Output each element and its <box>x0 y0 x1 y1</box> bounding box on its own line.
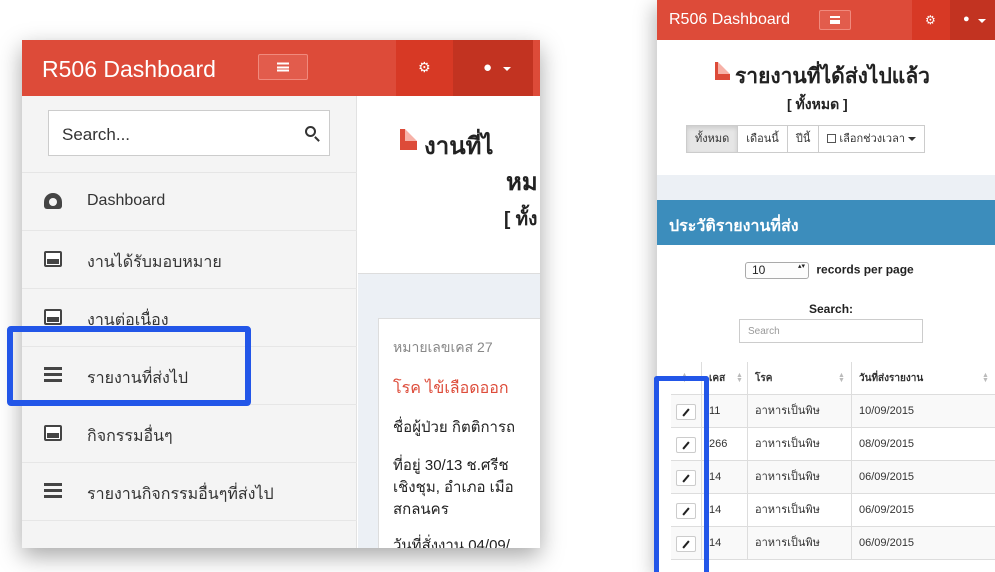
caret-down-icon <box>978 19 986 23</box>
sidebar-item-activities[interactable]: กิจกรรมอื่นๆ <box>22 405 357 463</box>
page-title-line2: หม <box>506 169 538 196</box>
disease-cell: อาหารเป็นพิษ <box>747 494 851 527</box>
sort-icon: ▲ ▼ <box>982 372 989 384</box>
page-subtitle: [ ทั้งหมด ] <box>787 96 848 112</box>
inbox-icon <box>44 309 62 325</box>
filter-all-button[interactable]: ทั้งหมด <box>686 125 739 153</box>
address-line: ที่อยู่ 30/13 ช.ศรีช <box>393 457 509 474</box>
records-per-page: 10 records per page <box>745 262 914 279</box>
filter-year-button[interactable]: ปีนี้ <box>786 125 820 153</box>
sidebar-item-label: กิจกรรมอื่นๆ <box>87 428 173 445</box>
date-cell: 06/09/2015 <box>851 527 995 560</box>
content-divider <box>657 175 995 200</box>
table-row: 14 อาหารเป็นพิษ 06/09/2015 <box>671 461 995 494</box>
search-icon[interactable] <box>305 126 316 137</box>
caret-down-icon <box>908 137 917 142</box>
inbox-icon <box>44 425 62 441</box>
records-per-page-label: records per page <box>816 262 914 277</box>
caret-down-icon <box>503 67 511 71</box>
file-icon <box>715 62 730 80</box>
search-input[interactable]: Search... <box>48 110 330 156</box>
sidebar: Search... Dashboard งานได้รับมอบหมาย งาน… <box>22 96 357 548</box>
brand-title[interactable]: R506 Dashboard <box>42 56 216 83</box>
top-navbar: R506 Dashboard ⚙ ● <box>22 40 540 96</box>
disease-text: โรค ไข้เลือดออก <box>393 380 509 397</box>
content-header: งานที่ไ หม [ ทั้ง <box>358 96 540 274</box>
disease-cell: อาหารเป็นพิษ <box>747 461 851 494</box>
user-icon: ● <box>963 13 970 25</box>
sidebar-item-dashboard[interactable]: Dashboard <box>22 173 357 231</box>
top-navbar: R506 Dashboard ⚙ ● <box>657 0 995 40</box>
case-number: 27 <box>477 339 493 355</box>
sidebar-toggle-button[interactable] <box>819 10 851 30</box>
disease-cell: อาหารเป็นพิษ <box>747 395 851 428</box>
inbox-icon <box>44 251 62 267</box>
search-placeholder: Search... <box>62 125 131 144</box>
assigned-date-text: วันที่สั่งงาน 04/09/ <box>393 537 510 548</box>
table-row: 266 อาหารเป็นพิษ 08/09/2015 <box>671 428 995 461</box>
left-screenshot: R506 Dashboard ⚙ ● Search... Dashboard ง… <box>22 40 540 548</box>
gear-icon: ⚙ <box>418 59 431 75</box>
sidebar-toggle-button[interactable] <box>258 54 308 80</box>
patient-text: ชื่อผู้ป่วย กิตติการถ <box>393 419 516 436</box>
user-menu-button[interactable]: ● <box>453 40 533 96</box>
sidebar-item-label: งานได้รับมอบหมาย <box>87 254 222 271</box>
case-label: หมายเลขเคส 27 <box>393 339 493 355</box>
filter-range-dropdown[interactable]: เลือกช่วงเวลา <box>818 125 926 153</box>
sidebar-search: Search... <box>22 96 357 173</box>
main-content: งานที่ไ หม [ ทั้ง หมายเลขเคส 27 โรค ไข้เ… <box>358 96 540 548</box>
calendar-icon <box>827 134 837 143</box>
user-menu-button[interactable]: ● <box>950 0 995 40</box>
sidebar-item-label: รายงานกิจกรรมอื่นๆที่ส่งไป <box>87 486 274 503</box>
table-row: 11 อาหารเป็นพิษ 10/09/2015 <box>671 395 995 428</box>
user-icon: ● <box>483 59 493 76</box>
column-header-disease[interactable]: โรค ▲ ▼ <box>747 362 851 395</box>
sort-icon: ▲ ▼ <box>736 372 743 384</box>
filter-range-label: เลือกช่วงเวลา <box>839 133 905 145</box>
records-per-page-select[interactable]: 10 <box>745 262 809 279</box>
settings-button[interactable]: ⚙ <box>396 40 453 96</box>
highlight-box-sidebar <box>7 326 251 406</box>
dashboard-icon <box>44 193 62 209</box>
brand-title[interactable]: R506 Dashboard <box>669 11 790 29</box>
hamburger-icon <box>830 16 840 24</box>
table-search-input[interactable]: Search <box>739 319 923 343</box>
panel-header: ประวัติรายงานที่ส่ง <box>657 200 995 245</box>
date-cell: 08/09/2015 <box>851 428 995 461</box>
sort-icon: ▲ ▼ <box>838 372 845 384</box>
address-line: เชิงชุม, อำเภอ เมือ <box>393 479 514 496</box>
table-row: 14 อาหารเป็นพิษ 06/09/2015 <box>671 494 995 527</box>
disease-cell: อาหารเป็นพิษ <box>747 428 851 461</box>
column-header-date[interactable]: วันที่ส่งรายงาน ▲ ▼ <box>851 362 995 395</box>
table-search-label: Search: <box>809 302 854 316</box>
settings-button[interactable]: ⚙ <box>912 0 950 40</box>
sidebar-item-assigned[interactable]: งานได้รับมอบหมาย <box>22 231 357 289</box>
period-filter: ทั้งหมด เดือนนี้ ปีนี้ เลือกช่วงเวลา <box>686 125 926 153</box>
filter-month-button[interactable]: เดือนนี้ <box>737 125 788 153</box>
table-row: 14 อาหารเป็นพิษ 06/09/2015 <box>671 527 995 560</box>
highlight-box-edit-column <box>654 376 709 572</box>
case-card: หมายเลขเคส 27 โรค ไข้เลือดออก ชื่อผู้ป่ว… <box>378 318 540 548</box>
table-header-row: ▲ ▼ เคส ▲ ▼ โรค ▲ ▼ วันที่ส่งรายงาน ▲ ▼ <box>671 362 995 395</box>
page-title: รายงานที่ได้ส่งไปแล้ว <box>735 65 930 88</box>
page-title: งานที่ไ <box>424 133 494 160</box>
gear-icon: ⚙ <box>925 13 936 27</box>
disease-cell: อาหารเป็นพิษ <box>747 527 851 560</box>
search-placeholder: Search <box>748 326 780 337</box>
address-line: สกลนคร <box>393 501 449 518</box>
file-icon <box>400 129 417 150</box>
hamburger-icon <box>277 62 289 72</box>
panel-title: ประวัติรายงานที่ส่ง <box>669 218 799 235</box>
page-subtitle: [ ทั้ง <box>504 209 538 230</box>
sidebar-item-label: Dashboard <box>87 192 166 209</box>
sidebar-item-activity-reports[interactable]: รายงานกิจกรรมอื่นๆที่ส่งไป <box>22 463 357 521</box>
date-cell: 06/09/2015 <box>851 461 995 494</box>
date-cell: 10/09/2015 <box>851 395 995 428</box>
date-cell: 06/09/2015 <box>851 494 995 527</box>
list-icon <box>44 483 62 499</box>
